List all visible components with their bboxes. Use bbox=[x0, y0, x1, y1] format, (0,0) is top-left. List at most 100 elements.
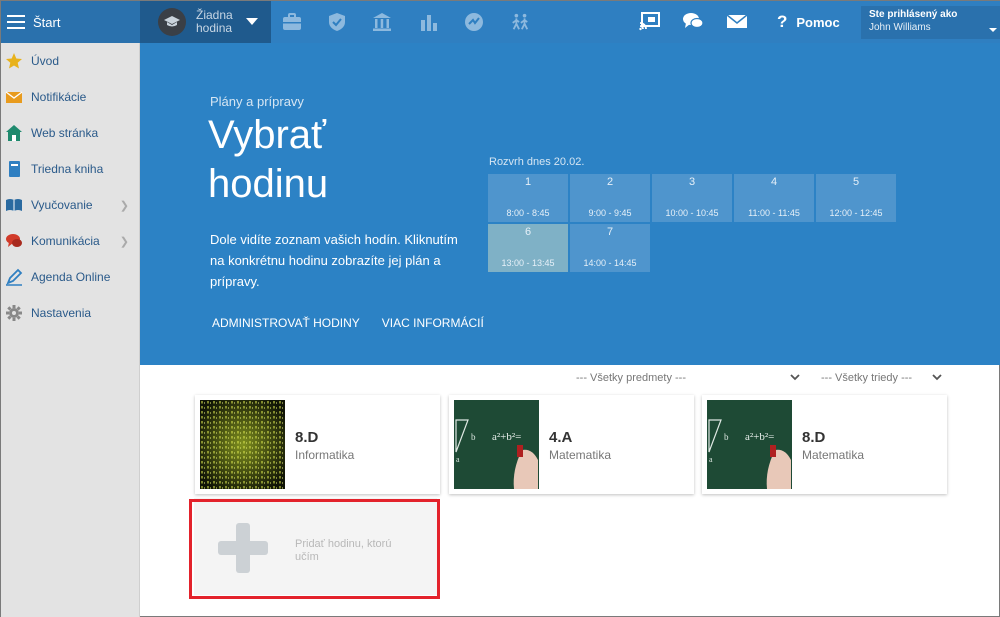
binary-code-thumbnail bbox=[200, 400, 285, 489]
schedule-period-5[interactable]: 5 12:00 - 12:45 bbox=[816, 174, 896, 222]
svg-text:a: a bbox=[456, 455, 460, 464]
sidebar-item-komunikacia[interactable]: Komunikácia ❯ bbox=[1, 223, 139, 259]
lesson-card[interactable]: b a²+b²= a 4.A Matematika bbox=[449, 395, 694, 494]
envelope-icon bbox=[5, 91, 23, 103]
period-number: 7 bbox=[606, 226, 614, 238]
graduation-cap-icon bbox=[158, 8, 186, 36]
class-filter-value: --- Všetky triedy --- bbox=[821, 372, 913, 384]
shield-check-icon[interactable] bbox=[327, 12, 347, 32]
chevron-right-icon: ❯ bbox=[119, 200, 129, 212]
svg-text:b: b bbox=[724, 432, 729, 442]
lesson-selector[interactable]: Žiadna hodina bbox=[140, 1, 271, 43]
hero-description: Dole vidíte zoznam vašich hodín. Kliknut… bbox=[210, 232, 458, 289]
chevron-down-icon bbox=[790, 374, 800, 381]
period-time: 9:00 - 9:45 bbox=[588, 208, 632, 218]
highlight-frame bbox=[189, 499, 440, 599]
chat-icon bbox=[6, 234, 22, 247]
card-class: 4.A bbox=[549, 429, 573, 446]
book-icon bbox=[9, 161, 20, 177]
help-button[interactable]: ? Pomoc bbox=[777, 1, 840, 43]
period-number: 1 bbox=[524, 176, 532, 188]
sidebar-item-label: Komunikácia bbox=[31, 234, 100, 248]
question-icon: ? bbox=[777, 12, 788, 31]
briefcase-icon[interactable] bbox=[282, 12, 302, 32]
bank-icon[interactable] bbox=[372, 12, 392, 32]
start-label: Štart bbox=[33, 14, 61, 30]
top-bar: Štart Žiadna hodina ? Pomoc Ste prihláse… bbox=[1, 1, 1000, 43]
sidebar-item-vyucovanie[interactable]: Vyučovanie ❯ bbox=[1, 187, 139, 223]
schedule-period-3[interactable]: 3 10:00 - 10:45 bbox=[652, 174, 732, 222]
user-name: John Williams bbox=[869, 22, 931, 33]
sidebar-item-uvod[interactable]: Úvod bbox=[1, 43, 139, 79]
start-button[interactable]: Štart bbox=[1, 1, 140, 43]
schedule-period-4[interactable]: 4 11:00 - 11:45 bbox=[734, 174, 814, 222]
help-label: Pomoc bbox=[796, 14, 840, 30]
sidebar-item-web-stranka[interactable]: Web stránka bbox=[1, 115, 139, 151]
schedule-period-6[interactable]: 6 13:00 - 13:45 bbox=[488, 224, 568, 272]
lesson-line-2: hodina bbox=[196, 21, 233, 35]
hero-subtitle: Plány a prípravy bbox=[210, 94, 304, 109]
admin-lessons-link[interactable]: ADMINISTROVAŤ HODINY bbox=[212, 316, 360, 330]
user-login-dropdown[interactable]: Ste prihlásený ako John Williams bbox=[861, 6, 1000, 39]
page-title: Vybrať hodinu bbox=[208, 113, 329, 206]
sidebar-item-label: Agenda Online bbox=[31, 270, 111, 284]
svg-text:a²+b²=: a²+b²= bbox=[492, 431, 521, 443]
sidebar-item-label: Vyučovanie bbox=[31, 198, 93, 212]
lesson-card[interactable]: b a²+b²= a 8.D Matematika bbox=[702, 395, 947, 494]
open-book-icon bbox=[6, 199, 22, 211]
svg-text:b: b bbox=[471, 432, 476, 442]
bar-chart-icon[interactable] bbox=[419, 12, 439, 32]
schedule-period-2[interactable]: 2 9:00 - 9:45 bbox=[570, 174, 650, 222]
star-icon bbox=[6, 53, 22, 69]
card-subject: Informatika bbox=[295, 448, 355, 462]
svg-text:a²+b²=: a²+b²= bbox=[745, 431, 774, 443]
home-icon bbox=[6, 125, 22, 141]
chalkboard-thumbnail: b a²+b²= a bbox=[707, 400, 792, 489]
sidebar-item-label: Nastavenia bbox=[31, 306, 92, 320]
period-time: 8:00 - 8:45 bbox=[506, 208, 550, 218]
schedule-period-7[interactable]: 7 14:00 - 14:45 bbox=[570, 224, 650, 272]
sidebar-item-agenda-online[interactable]: Agenda Online bbox=[1, 259, 139, 295]
hamburger-icon bbox=[7, 15, 25, 29]
period-number: 5 bbox=[852, 176, 860, 188]
sidebar-item-label: Notifikácie bbox=[31, 90, 87, 104]
more-info-link[interactable]: VIAC INFORMÁCIÍ bbox=[382, 316, 484, 330]
chevron-down-icon bbox=[989, 28, 997, 32]
sidebar: Úvod Notifikácie Web stránka Triedna kni… bbox=[1, 43, 140, 617]
period-time: 12:00 - 12:45 bbox=[829, 208, 883, 218]
lesson-card[interactable]: 8.D Informatika bbox=[195, 395, 440, 494]
period-number: 3 bbox=[688, 176, 696, 188]
period-time: 14:00 - 14:45 bbox=[583, 258, 637, 268]
class-filter-select[interactable]: --- Všetky triedy --- bbox=[821, 372, 945, 384]
schedule-title: Rozvrh dnes 20.02. bbox=[489, 156, 585, 168]
schedule-period-1[interactable]: 1 8:00 - 8:45 bbox=[488, 174, 568, 222]
period-number: 4 bbox=[770, 176, 778, 188]
period-time: 10:00 - 10:45 bbox=[665, 208, 719, 218]
period-time: 13:00 - 13:45 bbox=[501, 258, 555, 268]
chevron-down-icon bbox=[932, 374, 942, 381]
gauge-icon[interactable] bbox=[464, 12, 484, 32]
login-status-label: Ste prihlásený ako bbox=[869, 9, 958, 20]
people-walking-icon[interactable] bbox=[510, 12, 530, 32]
hero-banner: Plány a prípravy Vybrať hodinu Dole vidí… bbox=[140, 43, 1000, 365]
sidebar-item-nastavenia[interactable]: Nastavenia bbox=[1, 295, 139, 331]
sidebar-item-notifikacie[interactable]: Notifikácie bbox=[1, 79, 139, 115]
chevron-right-icon: ❯ bbox=[119, 236, 129, 248]
chalkboard-thumbnail: b a²+b²= a bbox=[454, 400, 539, 489]
chat-bubbles-icon[interactable] bbox=[682, 11, 704, 31]
subject-filter-select[interactable]: --- Všetky predmety --- bbox=[576, 372, 806, 384]
subject-filter-value: --- Všetky predmety --- bbox=[576, 372, 687, 384]
chevron-down-icon bbox=[246, 18, 258, 25]
card-subject: Matematika bbox=[802, 448, 865, 462]
sidebar-item-label: Triedna kniha bbox=[31, 162, 104, 176]
sidebar-item-triedna-kniha[interactable]: Triedna kniha bbox=[1, 151, 139, 187]
card-class: 8.D bbox=[802, 429, 826, 446]
envelope-icon[interactable] bbox=[726, 11, 748, 31]
card-subject: Matematika bbox=[549, 448, 612, 462]
period-number: 6 bbox=[524, 226, 532, 238]
sidebar-item-label: Úvod bbox=[31, 54, 60, 68]
svg-text:a: a bbox=[709, 455, 713, 464]
pen-icon bbox=[6, 268, 23, 286]
card-class: 8.D bbox=[295, 429, 319, 446]
cast-icon[interactable] bbox=[639, 11, 661, 31]
